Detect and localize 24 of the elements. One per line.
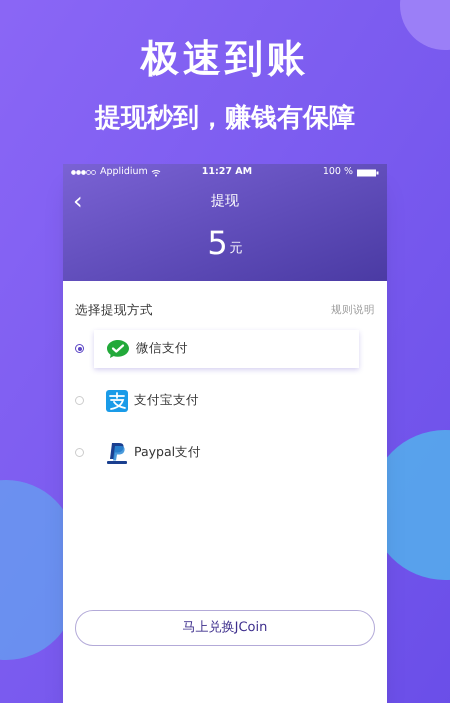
exchange-button[interactable]: 马上兑换JCoin [75,610,375,646]
payment-option[interactable]: 微信支付 [63,328,387,370]
battery-icon [357,168,379,176]
battery-text: 100 % [322,165,353,180]
option-label: Paypal支付 [134,443,202,462]
option-label: 微信支付 [136,339,188,358]
carrier-text: Applidium [100,165,148,180]
payment-option[interactable]: 支付宝支付 [63,380,387,422]
option-label: 支付宝支付 [134,391,199,410]
wifi-icon [150,168,161,176]
headline: 极速到账 [141,35,309,82]
radio-button[interactable] [75,344,84,354]
chat-bubble-check-icon [106,338,130,359]
back-button[interactable]: ‹ [73,189,83,213]
amount-unit: 元 [230,240,243,258]
section-title: 选择提现方式 [75,301,153,319]
subheadline: 提现秒到，赚钱有保障 [95,102,355,135]
payment-app-icon [106,390,128,412]
amount-value: 5 [207,227,228,259]
page-title: 提现 [211,192,239,210]
signal-icon [71,170,97,175]
time-text: 11:27 AM [200,165,254,180]
paypal-logo-icon [106,440,128,465]
payment-option[interactable]: Paypal支付 [63,432,387,474]
